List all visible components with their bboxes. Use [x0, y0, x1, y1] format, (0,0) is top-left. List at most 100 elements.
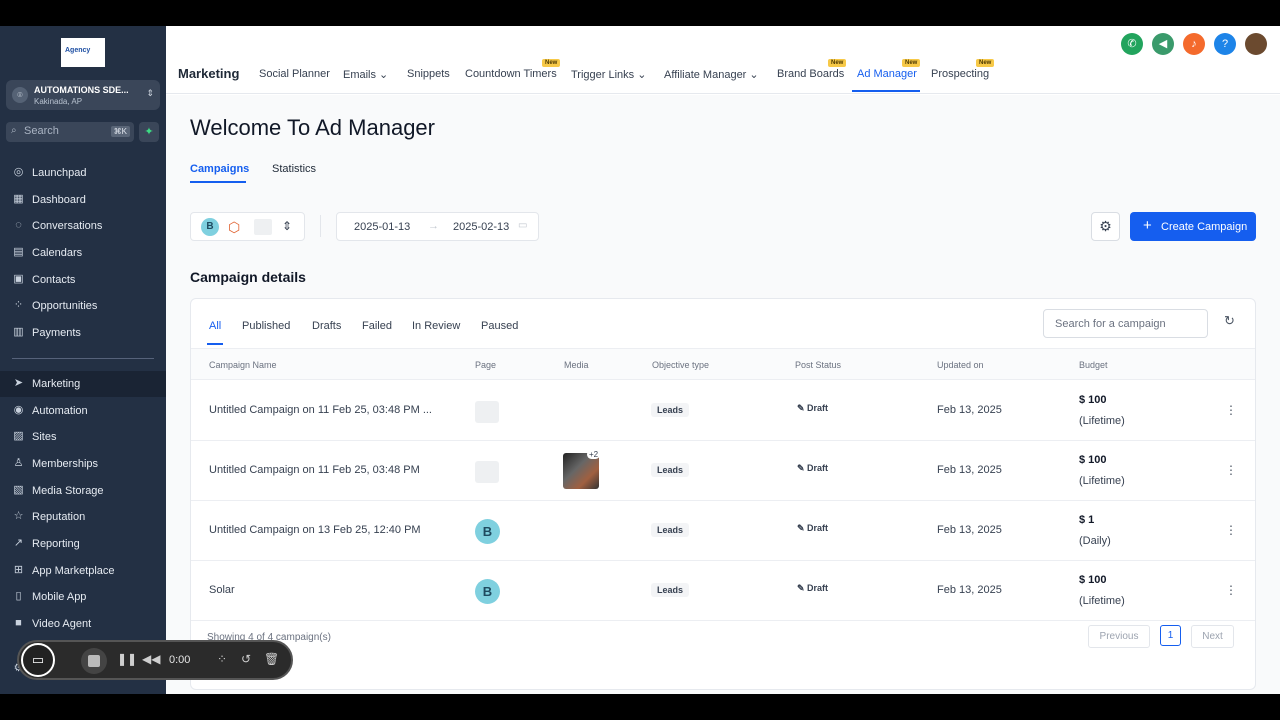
nav-countdown-timers[interactable]: Countdown Timers: [465, 68, 557, 80]
shortcut-badge: ⌘K: [110, 126, 130, 137]
tab-campaigns[interactable]: Campaigns: [190, 163, 249, 175]
nav-emails[interactable]: Emails ⌄: [343, 68, 388, 81]
sidebar-item-marketing[interactable]: ➤ Marketing: [0, 371, 166, 397]
campaign-search-input[interactable]: Search for a campaign: [1043, 309, 1208, 338]
rewind-icon[interactable]: ◀◀: [142, 652, 160, 666]
account-switcher[interactable]: ⌾ AUTOMATIONS SDE... Kakinada, AP ⇕: [6, 80, 160, 110]
sidebar-item-label: Reputation: [32, 511, 86, 523]
page-number[interactable]: 1: [1160, 625, 1181, 646]
previous-button[interactable]: Previous: [1088, 625, 1150, 648]
budget-type: (Lifetime): [1079, 595, 1125, 607]
sidebar-item-media-storage[interactable]: ▧ Media Storage: [0, 478, 166, 504]
sidebar-item-label: Memberships: [32, 458, 99, 470]
next-button[interactable]: Next: [1191, 625, 1234, 648]
sidebar-item-reporting[interactable]: ↗ Reporting: [0, 531, 166, 557]
ad-account-selector[interactable]: B ⬡ ⇕: [190, 212, 305, 241]
sidebar-item-contacts[interactable]: ▣ Contacts: [0, 267, 166, 293]
tab-statistics[interactable]: Statistics: [272, 163, 316, 175]
campaign-name[interactable]: Solar: [209, 584, 235, 596]
sidebar-item-automation[interactable]: ◉ Automation: [0, 398, 166, 424]
nav-trigger-links[interactable]: Trigger Links ⌄: [571, 68, 646, 81]
budget-amount: $ 100: [1079, 394, 1107, 406]
help-icon[interactable]: ?: [1214, 33, 1236, 55]
sidebar-item-mobile-app[interactable]: ▯ Mobile App: [0, 584, 166, 610]
stop-button[interactable]: [81, 648, 107, 674]
sidebar-item-calendars[interactable]: ▤ Calendars: [0, 240, 166, 266]
sidebar-item-opportunities[interactable]: ⁘ Opportunities: [0, 293, 166, 319]
active-filter-underline: [207, 343, 223, 345]
recording-time: 0:00: [169, 654, 191, 666]
settings-button[interactable]: ⚙: [1091, 212, 1120, 241]
filter-tab-drafts[interactable]: Drafts: [312, 320, 341, 332]
sidebar-item-app-marketplace[interactable]: ⊞ App Marketplace: [0, 558, 166, 584]
table-row[interactable]: Untitled Campaign on 13 Feb 25, 12:40 PM…: [191, 501, 1255, 561]
new-badge: New: [976, 59, 995, 67]
table-row[interactable]: Untitled Campaign on 11 Feb 25, 03:48 PM…: [191, 441, 1255, 501]
more-options-icon[interactable]: ⋮: [1225, 403, 1237, 417]
restart-icon[interactable]: ↺: [241, 652, 251, 666]
sidebar-item-label: Reporting: [32, 538, 80, 550]
sites-icon: ▨: [13, 430, 24, 442]
quick-action-icon[interactable]: ✦: [139, 122, 159, 142]
refresh-icon[interactable]: ↻: [1224, 313, 1235, 329]
grid-icon[interactable]: ⁘: [217, 652, 227, 666]
sidebar-item-sites[interactable]: ▨ Sites: [0, 424, 166, 450]
page-thumbnail: [475, 401, 499, 423]
sidebar-item-payments[interactable]: ▥ Payments: [0, 320, 166, 346]
page-avatar: B: [475, 519, 500, 544]
bell-icon[interactable]: ♪: [1183, 33, 1205, 55]
col-budget: Budget: [1079, 360, 1108, 370]
sidebar-item-label: Calendars: [32, 247, 83, 259]
calendar-icon: ▭: [518, 220, 528, 231]
payments-icon: ▥: [13, 326, 24, 338]
nav-social-planner[interactable]: Social Planner: [259, 68, 330, 80]
nav-affiliate-manager[interactable]: Affiliate Manager ⌄: [664, 68, 759, 81]
more-options-icon[interactable]: ⋮: [1225, 523, 1237, 537]
dashboard-icon: ▦: [13, 193, 24, 205]
avatar[interactable]: [1245, 33, 1267, 55]
nav-ad-manager[interactable]: Ad Manager: [857, 68, 917, 80]
sidebar-item-reputation[interactable]: ☆ Reputation: [0, 504, 166, 530]
more-options-icon[interactable]: ⋮: [1225, 463, 1237, 477]
nav-prospecting[interactable]: Prospecting: [931, 68, 989, 80]
objective-badge: Leads: [651, 583, 690, 597]
marketing-icon: ➤: [13, 377, 24, 389]
sidebar-item-memberships[interactable]: ♙ Memberships: [0, 451, 166, 477]
announcement-icon[interactable]: ◀: [1152, 33, 1174, 55]
sidebar-item-label: Conversations: [32, 220, 103, 232]
trash-icon[interactable]: 🗑: [264, 652, 279, 666]
table-header: Campaign Name Page Media Objective type …: [191, 348, 1255, 380]
filter-tab-all[interactable]: All: [209, 320, 221, 332]
campaign-name[interactable]: Untitled Campaign on 13 Feb 25, 12:40 PM: [209, 524, 421, 536]
sidebar-search[interactable]: ⌕ Search ⌘K: [6, 122, 134, 142]
sidebar-item-video-agent[interactable]: ■ Video Agent: [0, 611, 166, 637]
nav-brand-boards[interactable]: Brand Boards: [777, 68, 844, 80]
pause-icon[interactable]: ❚❚: [117, 652, 137, 666]
sidebar-item-conversations[interactable]: ◌ Conversations: [0, 213, 166, 239]
create-campaign-button[interactable]: + Create Campaign: [1130, 212, 1256, 241]
status-label: Draft: [807, 583, 829, 593]
date-range-picker[interactable]: 2025-01-13 → 2025-02-13 ▭: [336, 212, 539, 241]
objective-badge: Leads: [651, 523, 690, 537]
more-options-icon[interactable]: ⋮: [1225, 583, 1237, 597]
reporting-icon: ↗: [13, 537, 24, 549]
account-location: Kakinada, AP: [34, 97, 83, 106]
sidebar-item-dashboard[interactable]: ▦ Dashboard: [0, 187, 166, 213]
sidebar-item-label: Marketing: [32, 378, 81, 390]
sidebar: Agency ⌾ AUTOMATIONS SDE... Kakinada, AP…: [0, 26, 166, 694]
table-row[interactable]: Untitled Campaign on 11 Feb 25, 03:48 PM…: [191, 381, 1255, 441]
campaign-name[interactable]: Untitled Campaign on 11 Feb 25, 03:48 PM…: [209, 404, 432, 416]
filter-tab-in-review[interactable]: In Review: [412, 320, 460, 332]
top-nav: ✆ ◀ ♪ ? Marketing Social Planner Emails …: [166, 26, 1280, 94]
camera-icon[interactable]: ▭: [21, 643, 55, 677]
gear-icon: ⚙: [1099, 218, 1112, 234]
phone-icon[interactable]: ✆: [1121, 33, 1143, 55]
campaign-name[interactable]: Untitled Campaign on 11 Feb 25, 03:48 PM: [209, 464, 420, 476]
nav-snippets[interactable]: Snippets: [407, 68, 450, 80]
filter-tab-paused[interactable]: Paused: [481, 320, 518, 332]
budget-amount: $ 100: [1079, 454, 1107, 466]
sidebar-item-launchpad[interactable]: ◎ Launchpad: [0, 160, 166, 186]
table-row[interactable]: Solar B Leads ✎ Draft Feb 13, 2025 $ 100…: [191, 561, 1255, 621]
filter-tab-failed[interactable]: Failed: [362, 320, 392, 332]
filter-tab-published[interactable]: Published: [242, 320, 290, 332]
